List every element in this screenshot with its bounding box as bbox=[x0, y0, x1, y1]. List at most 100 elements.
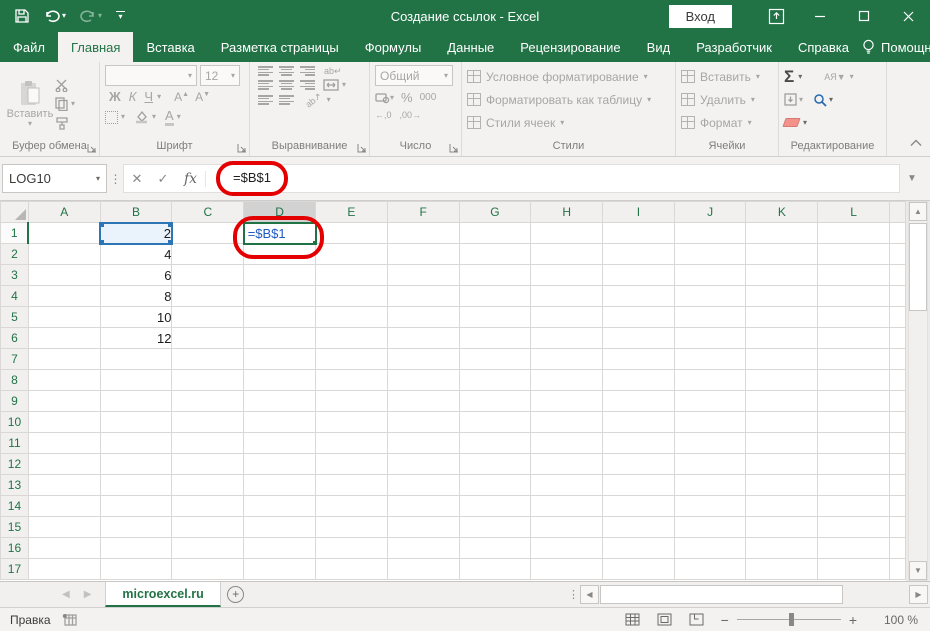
cell-E14[interactable] bbox=[316, 496, 388, 517]
collapse-ribbon-icon[interactable] bbox=[910, 134, 922, 152]
cell-H11[interactable] bbox=[531, 433, 603, 454]
cell-E5[interactable] bbox=[316, 307, 388, 328]
next-sheet-icon[interactable]: ▶ bbox=[84, 589, 92, 600]
cell-H17[interactable] bbox=[531, 559, 603, 580]
cell-E2[interactable] bbox=[316, 244, 388, 265]
undo-icon[interactable]: ▾ bbox=[44, 9, 66, 23]
cell-C15[interactable] bbox=[172, 517, 244, 538]
cell-partial-15[interactable] bbox=[889, 517, 905, 538]
cell-J15[interactable] bbox=[674, 517, 746, 538]
cell-G5[interactable] bbox=[459, 307, 531, 328]
cell-I8[interactable] bbox=[603, 370, 675, 391]
cell-L17[interactable] bbox=[818, 559, 890, 580]
assistant-button[interactable]: Помощн bbox=[862, 39, 930, 55]
cell-E8[interactable] bbox=[316, 370, 388, 391]
zoom-in-icon[interactable]: + bbox=[849, 612, 857, 628]
cell-L13[interactable] bbox=[818, 475, 890, 496]
minimize-button[interactable] bbox=[798, 0, 842, 32]
cell-H12[interactable] bbox=[531, 454, 603, 475]
ribbon-tab-data[interactable]: Данные bbox=[434, 32, 507, 62]
cell-D4[interactable] bbox=[244, 286, 316, 307]
cell-J2[interactable] bbox=[674, 244, 746, 265]
tab-scrollbar-splitter[interactable]: ⋮ bbox=[568, 582, 578, 607]
row-header-12[interactable]: 12 bbox=[1, 454, 29, 475]
cell-H2[interactable] bbox=[531, 244, 603, 265]
cell-K7[interactable] bbox=[746, 349, 818, 370]
sheet-tab[interactable]: microexcel.ru bbox=[105, 582, 220, 607]
cell-D16[interactable] bbox=[244, 538, 316, 559]
cell-I2[interactable] bbox=[603, 244, 675, 265]
row-header-11[interactable]: 11 bbox=[1, 433, 29, 454]
cell-partial-16[interactable] bbox=[889, 538, 905, 559]
cell-B12[interactable] bbox=[100, 454, 172, 475]
cell-G10[interactable] bbox=[459, 412, 531, 433]
cell-L14[interactable] bbox=[818, 496, 890, 517]
cell-B1[interactable]: 2 bbox=[100, 223, 172, 244]
cell-G14[interactable] bbox=[459, 496, 531, 517]
cell-F13[interactable] bbox=[387, 475, 459, 496]
select-all-button[interactable] bbox=[1, 202, 29, 223]
cell-G4[interactable] bbox=[459, 286, 531, 307]
ribbon-tab-file[interactable]: Файл bbox=[0, 32, 58, 62]
clear-eraser-icon[interactable] bbox=[782, 118, 800, 127]
cell-A16[interactable] bbox=[28, 538, 100, 559]
cell-D8[interactable] bbox=[244, 370, 316, 391]
cell-H5[interactable] bbox=[531, 307, 603, 328]
cell-B13[interactable] bbox=[100, 475, 172, 496]
cell-A4[interactable] bbox=[28, 286, 100, 307]
cell-L10[interactable] bbox=[818, 412, 890, 433]
cell-A14[interactable] bbox=[28, 496, 100, 517]
cancel-icon[interactable]: ✕ bbox=[124, 171, 150, 187]
cell-J4[interactable] bbox=[674, 286, 746, 307]
cell-J16[interactable] bbox=[674, 538, 746, 559]
cell-K12[interactable] bbox=[746, 454, 818, 475]
cell-partial-5[interactable] bbox=[889, 307, 905, 328]
cell-I4[interactable] bbox=[603, 286, 675, 307]
cell-L6[interactable] bbox=[818, 328, 890, 349]
new-sheet-button[interactable]: + bbox=[221, 582, 251, 607]
cell-G11[interactable] bbox=[459, 433, 531, 454]
row-header-3[interactable]: 3 bbox=[1, 265, 29, 286]
cell-B15[interactable] bbox=[100, 517, 172, 538]
cell-F1[interactable] bbox=[387, 223, 459, 244]
cell-A10[interactable] bbox=[28, 412, 100, 433]
cell-B2[interactable]: 4 bbox=[100, 244, 172, 265]
ribbon-tab-help[interactable]: Справка bbox=[785, 32, 862, 62]
cell-C5[interactable] bbox=[172, 307, 244, 328]
save-icon[interactable] bbox=[14, 8, 30, 24]
cell-L11[interactable] bbox=[818, 433, 890, 454]
cell-I12[interactable] bbox=[603, 454, 675, 475]
cell-H13[interactable] bbox=[531, 475, 603, 496]
cell-D7[interactable] bbox=[244, 349, 316, 370]
row-header-8[interactable]: 8 bbox=[1, 370, 29, 391]
cell-E1[interactable] bbox=[316, 223, 388, 244]
cell-partial-13[interactable] bbox=[889, 475, 905, 496]
cell-F17[interactable] bbox=[387, 559, 459, 580]
cell-B10[interactable] bbox=[100, 412, 172, 433]
cell-D14[interactable] bbox=[244, 496, 316, 517]
column-header-J[interactable]: J bbox=[674, 202, 746, 223]
cell-partial-1[interactable] bbox=[889, 223, 905, 244]
row-header-4[interactable]: 4 bbox=[1, 286, 29, 307]
cell-E9[interactable] bbox=[316, 391, 388, 412]
ribbon-tab-developer[interactable]: Разработчик bbox=[683, 32, 785, 62]
row-header-7[interactable]: 7 bbox=[1, 349, 29, 370]
cell-K11[interactable] bbox=[746, 433, 818, 454]
cell-F12[interactable] bbox=[387, 454, 459, 475]
cell-D6[interactable] bbox=[244, 328, 316, 349]
expand-formula-bar-icon[interactable]: ▼ bbox=[900, 173, 924, 184]
cell-A13[interactable] bbox=[28, 475, 100, 496]
cell-A17[interactable] bbox=[28, 559, 100, 580]
cell-E4[interactable] bbox=[316, 286, 388, 307]
fill-handle[interactable] bbox=[312, 240, 316, 244]
vertical-scrollbar[interactable]: ▲ ▼ bbox=[908, 201, 928, 581]
cell-F7[interactable] bbox=[387, 349, 459, 370]
cell-A15[interactable] bbox=[28, 517, 100, 538]
ribbon-tab-home[interactable]: Главная bbox=[58, 32, 133, 62]
row-header-16[interactable]: 16 bbox=[1, 538, 29, 559]
cell-F5[interactable] bbox=[387, 307, 459, 328]
cell-I1[interactable] bbox=[603, 223, 675, 244]
cell-B4[interactable]: 8 bbox=[100, 286, 172, 307]
cell-K9[interactable] bbox=[746, 391, 818, 412]
cell-A8[interactable] bbox=[28, 370, 100, 391]
